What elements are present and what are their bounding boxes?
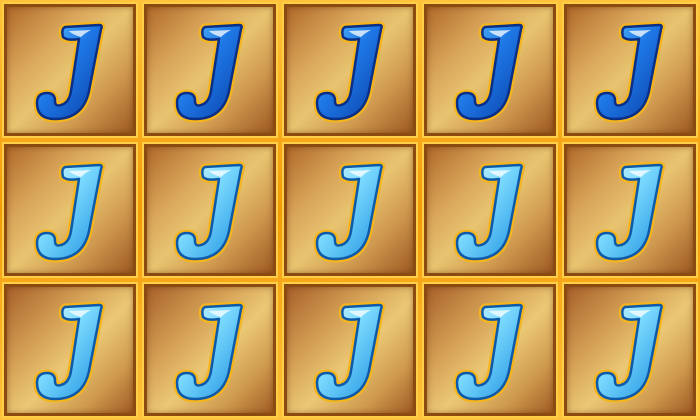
reel-cell: J — [420, 0, 560, 140]
symbol-tile: J — [562, 142, 698, 278]
j-symbol-icon — [453, 301, 526, 403]
j-symbol-icon — [313, 161, 386, 263]
symbol-tile: J — [422, 282, 558, 418]
j-symbol-icon — [453, 161, 526, 263]
reel-cell: J — [0, 280, 140, 420]
reel-cell: J — [560, 280, 700, 420]
symbol-tile: J — [2, 2, 138, 138]
symbol-tile: J — [282, 282, 418, 418]
reel-cell: J — [280, 280, 420, 420]
symbol-tile: J — [142, 142, 278, 278]
symbol-tile: J — [422, 2, 558, 138]
j-symbol-icon — [593, 21, 666, 123]
reel-cell: J — [140, 0, 280, 140]
reel-cell: J — [420, 140, 560, 280]
j-symbol-icon — [33, 161, 106, 263]
j-symbol-icon — [33, 21, 106, 123]
j-symbol-icon — [173, 21, 246, 123]
reel-cell: J — [280, 0, 420, 140]
j-symbol-icon — [453, 21, 526, 123]
reel-cell: J — [420, 280, 560, 420]
symbol-tile: J — [562, 2, 698, 138]
slot-board: JJJJJJJJJJJJJJJ — [0, 0, 700, 420]
symbol-tile: J — [2, 142, 138, 278]
j-symbol-icon — [593, 301, 666, 403]
reel-cell: J — [560, 140, 700, 280]
reel-cell: J — [140, 140, 280, 280]
j-symbol-icon — [313, 301, 386, 403]
reel-cell: J — [280, 140, 420, 280]
j-symbol-icon — [173, 301, 246, 403]
reels-grid: JJJJJJJJJJJJJJJ — [0, 0, 700, 420]
symbol-tile: J — [142, 2, 278, 138]
symbol-tile: J — [142, 282, 278, 418]
symbol-tile: J — [562, 282, 698, 418]
j-symbol-icon — [313, 21, 386, 123]
j-symbol-icon — [593, 161, 666, 263]
j-symbol-icon — [33, 301, 106, 403]
reel-cell: J — [560, 0, 700, 140]
symbol-tile: J — [282, 142, 418, 278]
reel-cell: J — [140, 280, 280, 420]
reel-cell: J — [0, 140, 140, 280]
reel-cell: J — [0, 0, 140, 140]
j-symbol-icon — [173, 161, 246, 263]
symbol-tile: J — [2, 282, 138, 418]
symbol-tile: J — [282, 2, 418, 138]
symbol-tile: J — [422, 142, 558, 278]
